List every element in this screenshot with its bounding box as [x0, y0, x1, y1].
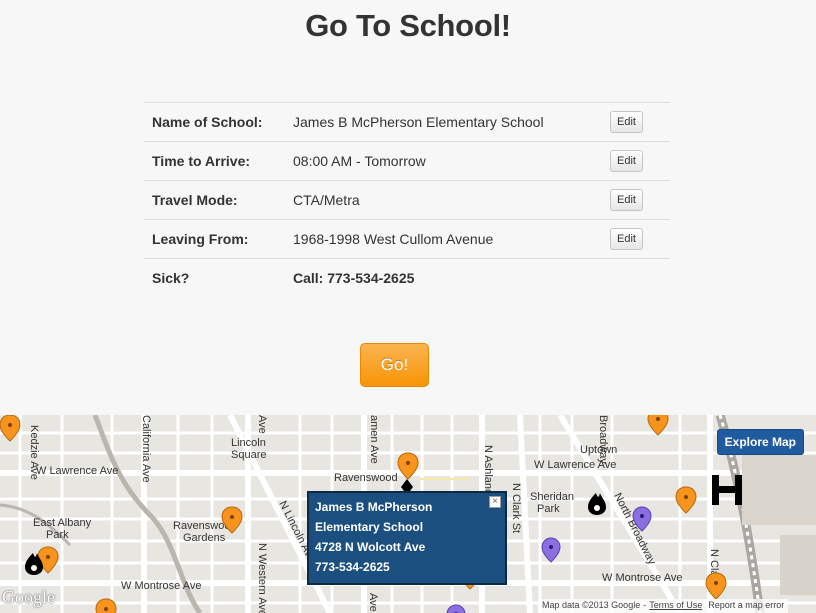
table-row: Name of School: James B McPherson Elemen… [144, 102, 670, 142]
map[interactable]: W Lawrence Ave W Lawrence Ave Lincoln Sq… [0, 415, 816, 613]
fire-station-icon [588, 493, 606, 515]
google-logo: Google [2, 587, 55, 607]
arrival-time-label: Time to Arrive: [144, 141, 293, 181]
info-window-line1: James B McPherson [315, 500, 433, 514]
table-row: Sick? Call: 773-534-2625 [144, 258, 670, 298]
arrival-time-value: 08:00 AM - Tomorrow [293, 141, 610, 181]
sick-phone-value: Call: 773-534-2625 [293, 258, 610, 298]
edit-travel-mode-button[interactable]: Edit [610, 189, 643, 211]
school-info-window: James B McPherson Elementary School 4728… [307, 491, 507, 585]
school-details-table: Name of School: James B McPherson Elemen… [144, 102, 670, 298]
leaving-from-value: 1968-1998 West Cullom Avenue [293, 219, 610, 259]
info-window-line2: Elementary School [315, 520, 424, 534]
map-data-attribution: Map data ©2013 Google [542, 600, 641, 610]
school-marker-icon[interactable] [705, 572, 727, 600]
sick-label: Sick? [144, 258, 293, 298]
info-window-phone: 773-534-2625 [315, 560, 390, 574]
explore-map-button[interactable]: Explore Map [716, 429, 804, 455]
school-name-value: James B McPherson Elementary School [293, 102, 610, 142]
school-name-label: Name of School: [144, 102, 293, 142]
edit-leaving-from-button[interactable]: Edit [610, 228, 643, 250]
school-marker-icon[interactable] [397, 452, 419, 480]
info-window-address: 4728 N Wolcott Ave [315, 540, 426, 554]
purple-marker-icon[interactable] [541, 537, 561, 563]
school-marker-icon[interactable] [647, 415, 669, 436]
table-row: Travel Mode: CTA/Metra Edit [144, 180, 670, 220]
travel-mode-label: Travel Mode: [144, 180, 293, 220]
close-icon[interactable]: × [489, 496, 501, 508]
edit-time-button[interactable]: Edit [610, 150, 643, 172]
report-map-error-link[interactable]: Report a map error [708, 600, 784, 610]
travel-mode-value: CTA/Metra [293, 180, 610, 220]
school-marker-icon[interactable] [675, 486, 697, 514]
go-button[interactable]: Go! [360, 343, 429, 387]
table-row: Time to Arrive: 08:00 AM - Tomorrow Edit [144, 141, 670, 181]
table-row: Leaving From: 1968-1998 West Cullom Aven… [144, 219, 670, 259]
edit-school-button[interactable]: Edit [610, 111, 643, 133]
page-title: Go To School! [305, 8, 511, 43]
map-footer: Map data ©2013 Google - Terms of Use Report… [538, 599, 789, 613]
leaving-from-label: Leaving From: [144, 219, 293, 259]
purple-marker-icon[interactable] [632, 506, 652, 532]
hospital-icon [712, 475, 742, 505]
purple-marker-icon[interactable] [446, 604, 466, 613]
school-marker-icon[interactable] [0, 415, 21, 442]
terms-of-use-link[interactable]: Terms of Use [649, 600, 702, 610]
school-marker-icon[interactable] [95, 598, 117, 613]
school-marker-icon[interactable] [221, 506, 243, 534]
